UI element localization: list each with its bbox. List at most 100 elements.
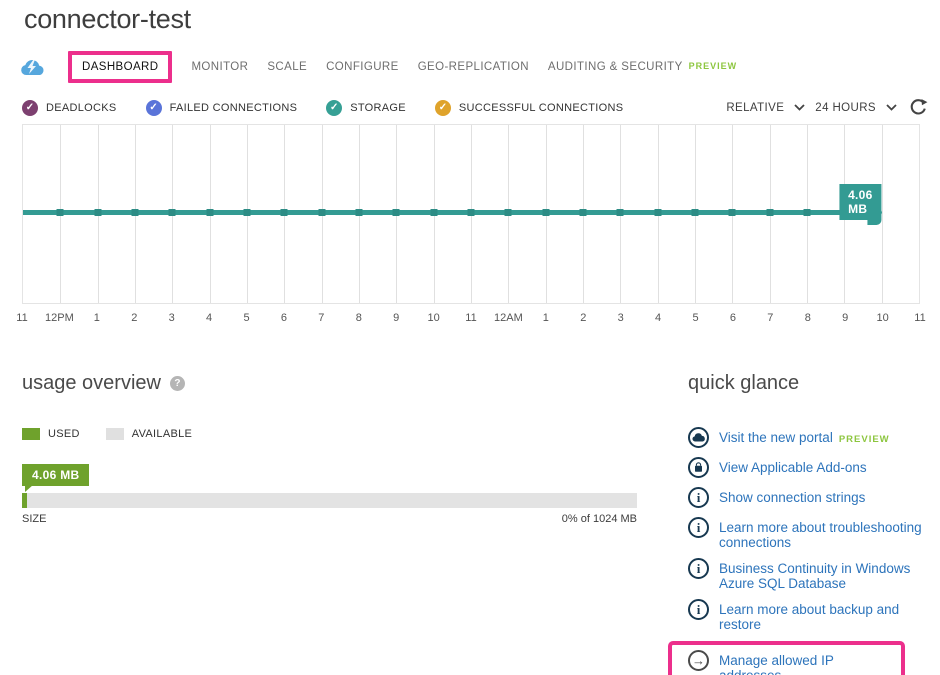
x-axis-label: 4 [206, 312, 212, 324]
metric-toggle-group: ✓ DEADLOCKS ✓ FAILED CONNECTIONS ✓ STORA… [22, 100, 623, 116]
tab-scale[interactable]: SCALE [267, 61, 307, 73]
info-icon: i [688, 599, 709, 620]
link-show-connection-strings[interactable]: i Show connection strings [688, 488, 938, 509]
x-axis-label: 6 [281, 312, 287, 324]
x-axis-label: 3 [169, 312, 175, 324]
size-label: SIZE [22, 513, 46, 525]
tab-configure[interactable]: CONFIGURE [326, 61, 399, 73]
series-point-marker [766, 209, 773, 216]
metric-label: FAILED CONNECTIONS [170, 102, 298, 114]
link-business-continuity[interactable]: i Business Continuity in Windows Azure S… [688, 559, 938, 591]
series-point-marker [579, 209, 586, 216]
link-label: Learn more about troubleshooting connect… [719, 518, 938, 550]
arrow-right-icon: → [688, 650, 709, 671]
series-point-marker [430, 209, 437, 216]
info-icon: i [688, 487, 709, 508]
tab-bar: DASHBOARD MONITOR SCALE CONFIGURE GEO-RE… [20, 51, 737, 83]
metric-toggle-deadlocks[interactable]: ✓ DEADLOCKS [22, 100, 117, 116]
page-title: connector-test [24, 4, 191, 35]
series-point-marker [243, 209, 250, 216]
quick-glance-heading: quick glance [688, 372, 938, 395]
relative-dropdown[interactable]: RELATIVE [726, 102, 784, 114]
x-axis-label: 12AM [494, 312, 523, 324]
link-backup-and-restore[interactable]: i Learn more about backup and restore [688, 600, 938, 632]
series-point-marker [169, 209, 176, 216]
legend-label: AVAILABLE [132, 428, 192, 440]
check-circle-icon: ✓ [22, 100, 38, 116]
x-axis-label: 5 [692, 312, 698, 324]
x-axis-label: 8 [805, 312, 811, 324]
usage-overview-title: usage overview [22, 372, 161, 395]
link-label: Learn more about backup and restore [719, 600, 938, 632]
addons-bag-icon [688, 457, 709, 478]
x-axis-label: 11 [465, 312, 476, 324]
series-point-marker [355, 209, 362, 216]
series-point-marker [505, 209, 512, 216]
tab-auditing-security-label: AUDITING & SECURITY [548, 61, 683, 73]
metric-toggle-storage[interactable]: ✓ STORAGE [326, 100, 406, 116]
link-visit-new-portal[interactable]: Visit the new portalPREVIEW [688, 428, 938, 449]
series-point-marker [94, 209, 101, 216]
x-axis: 1112PM123456789101112AM1234567891011 [22, 312, 920, 328]
size-value: 0% of 1024 MB [562, 513, 637, 525]
usage-overview-heading: usage overview ? [22, 372, 637, 395]
usage-overview-section: usage overview ? USED AVAILABLE 4.06 MB … [22, 372, 637, 525]
link-label: Manage allowed IP addresses [719, 651, 893, 675]
tab-geo-replication[interactable]: GEO-REPLICATION [418, 61, 529, 73]
check-circle-icon: ✓ [435, 100, 451, 116]
sql-database-dashboard-page: connector-test DASHBOARD MONITOR SCALE C… [0, 0, 940, 675]
check-circle-icon: ✓ [146, 100, 162, 116]
check-circle-icon: ✓ [326, 100, 342, 116]
link-label: Visit the new portalPREVIEW [719, 428, 890, 447]
x-axis-label: 5 [243, 312, 249, 324]
link-manage-allowed-ip-addresses[interactable]: → Manage allowed IP addresses [688, 651, 893, 675]
metric-label: DEADLOCKS [46, 102, 117, 114]
series-point-marker [654, 209, 661, 216]
series-point-marker [131, 209, 138, 216]
x-axis-label: 9 [393, 312, 399, 324]
time-controls: RELATIVE 24 HOURS [726, 98, 928, 117]
usage-progress-fill [22, 493, 27, 508]
x-axis-label: 8 [356, 312, 362, 324]
tab-monitor[interactable]: MONITOR [191, 61, 248, 73]
x-axis-label: 2 [580, 312, 586, 324]
metric-label: SUCCESSFUL CONNECTIONS [459, 102, 624, 114]
usage-value-badge: 4.06 MB [22, 464, 89, 486]
link-troubleshooting-connections[interactable]: i Learn more about troubleshooting conne… [688, 518, 938, 550]
x-axis-label: 3 [618, 312, 624, 324]
series-point-marker [467, 209, 474, 216]
series-point-marker [206, 209, 213, 216]
series-point-marker [318, 209, 325, 216]
chart-value-badge: 4.06 MB [839, 184, 882, 220]
refresh-icon[interactable] [909, 98, 928, 117]
usage-progress-bar [22, 493, 637, 508]
usage-legend: USED AVAILABLE [22, 428, 637, 440]
x-axis-label: 10 [876, 312, 888, 324]
series-point-marker [617, 209, 624, 216]
series-point-marker [729, 209, 736, 216]
duration-dropdown[interactable]: 24 HOURS [815, 102, 876, 114]
storage-chart: 4.06 MB [22, 124, 920, 304]
preview-badge: PREVIEW [839, 434, 890, 445]
x-axis-label: 4 [655, 312, 661, 324]
chevron-down-icon[interactable] [794, 104, 805, 111]
preview-badge: PREVIEW [689, 61, 738, 71]
series-point-marker [803, 209, 810, 216]
link-label: View Applicable Add-ons [719, 458, 867, 475]
x-axis-label: 12PM [45, 312, 74, 324]
metric-toggle-failed-connections[interactable]: ✓ FAILED CONNECTIONS [146, 100, 298, 116]
metric-toggle-successful-connections[interactable]: ✓ SUCCESSFUL CONNECTIONS [435, 100, 624, 116]
x-axis-label: 7 [318, 312, 324, 324]
used-swatch [22, 428, 40, 440]
series-point-marker [57, 209, 64, 216]
x-axis-label: 1 [543, 312, 549, 324]
tab-auditing-security[interactable]: AUDITING & SECURITY PREVIEW [548, 61, 737, 73]
link-view-addons[interactable]: View Applicable Add-ons [688, 458, 938, 479]
tab-dashboard[interactable]: DASHBOARD [68, 51, 172, 83]
link-label: Business Continuity in Windows Azure SQL… [719, 559, 938, 591]
gridline [882, 125, 883, 303]
quick-glance-links: Visit the new portalPREVIEW View Applica… [688, 428, 938, 675]
chevron-down-icon[interactable] [886, 104, 897, 111]
size-row: SIZE 0% of 1024 MB [22, 513, 637, 525]
help-icon[interactable]: ? [170, 376, 185, 391]
